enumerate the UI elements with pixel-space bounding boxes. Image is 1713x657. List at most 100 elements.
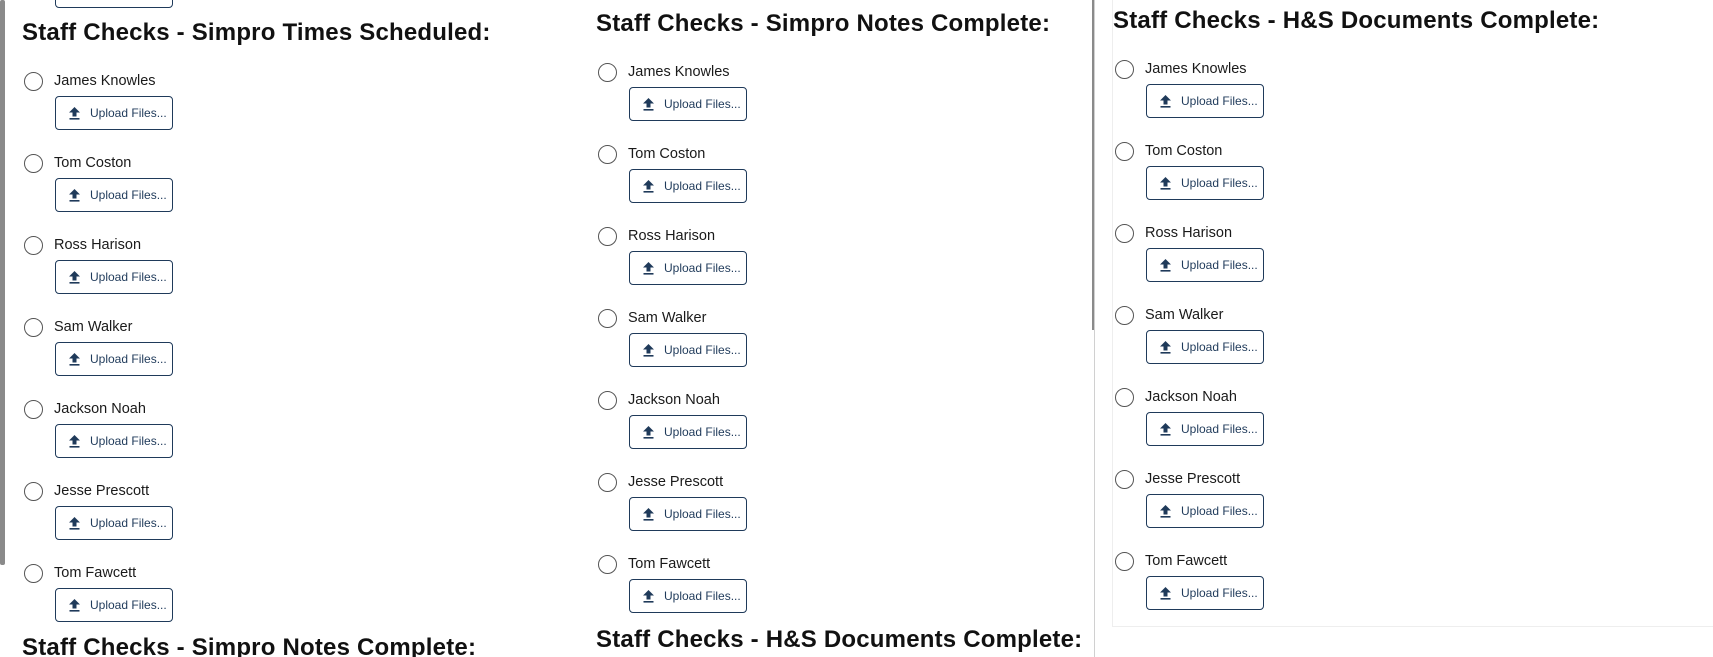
- upload-files-button[interactable]: Upload Files...: [629, 251, 747, 285]
- upload-arrow-icon: [643, 98, 654, 111]
- panel-simpro-notes: Staff Checks - Simpro Notes Complete: St…: [592, 0, 1092, 657]
- upload-arrow-icon: [69, 599, 80, 612]
- upload-files-label: Upload Files...: [90, 352, 167, 366]
- staff-radio[interactable]: [24, 154, 43, 173]
- staff-radio[interactable]: [24, 318, 43, 337]
- upload-files-button[interactable]: Upload Files...: [1146, 166, 1264, 200]
- next-section-title: Staff Checks - Simpro Notes Complete:: [22, 634, 477, 657]
- staff-radio[interactable]: [1115, 552, 1134, 571]
- staff-name: Jackson Noah: [1145, 389, 1237, 405]
- upload-files-button[interactable]: Upload Files...: [629, 415, 747, 449]
- upload-files-button[interactable]: Upload Files...: [55, 178, 173, 212]
- upload-button-partial[interactable]: [55, 0, 173, 8]
- upload-files-button[interactable]: Upload Files...: [1146, 494, 1264, 528]
- upload-arrow-icon: [1160, 177, 1171, 190]
- staff-radio[interactable]: [24, 482, 43, 501]
- staff-radio[interactable]: [1115, 470, 1134, 489]
- upload-files-label: Upload Files...: [90, 106, 167, 120]
- staff-name: Ross Harison: [54, 237, 142, 253]
- upload-files-button[interactable]: Upload Files...: [1146, 330, 1264, 364]
- staff-name: Ross Harison: [628, 228, 716, 244]
- staff-name: Tom Coston: [628, 146, 706, 162]
- upload-files-label: Upload Files...: [90, 434, 167, 448]
- upload-files-button[interactable]: Upload Files...: [1146, 576, 1264, 610]
- upload-arrow-icon: [69, 271, 80, 284]
- upload-arrow-icon: [643, 344, 654, 357]
- upload-files-label: Upload Files...: [664, 589, 741, 603]
- staff-radio[interactable]: [1115, 60, 1134, 79]
- staff-radio[interactable]: [1115, 142, 1134, 161]
- staff-radio[interactable]: [24, 400, 43, 419]
- staff-radio[interactable]: [598, 63, 617, 82]
- panel-divider: [1094, 0, 1095, 657]
- upload-files-label: Upload Files...: [90, 188, 167, 202]
- staff-radio[interactable]: [24, 236, 43, 255]
- staff-radio[interactable]: [598, 473, 617, 492]
- upload-files-button[interactable]: Upload Files...: [629, 333, 747, 367]
- upload-files-label: Upload Files...: [1181, 504, 1258, 518]
- staff-name: Sam Walker: [1145, 307, 1224, 323]
- staff-name: Sam Walker: [54, 319, 133, 335]
- staff-name: Tom Fawcett: [54, 565, 137, 581]
- upload-files-button[interactable]: Upload Files...: [1146, 248, 1264, 282]
- upload-files-label: Upload Files...: [664, 179, 741, 193]
- upload-files-button[interactable]: Upload Files...: [55, 342, 173, 376]
- upload-files-label: Upload Files...: [90, 598, 167, 612]
- next-section-title: Staff Checks - H&S Documents Complete:: [596, 626, 1083, 653]
- staff-name: Ross Harison: [1145, 225, 1233, 241]
- upload-files-button[interactable]: Upload Files...: [55, 588, 173, 622]
- upload-arrow-icon: [1160, 341, 1171, 354]
- upload-files-label: Upload Files...: [1181, 258, 1258, 272]
- staff-name: Jesse Prescott: [628, 474, 724, 490]
- upload-files-button[interactable]: Upload Files...: [629, 497, 747, 531]
- upload-files-label: Upload Files...: [90, 270, 167, 284]
- staff-radio[interactable]: [598, 145, 617, 164]
- staff-radio[interactable]: [24, 564, 43, 583]
- staff-name: James Knowles: [54, 73, 156, 89]
- upload-arrow-icon: [1160, 95, 1171, 108]
- staff-radio[interactable]: [1115, 224, 1134, 243]
- staff-radio[interactable]: [1115, 306, 1134, 325]
- panel-hs-documents: Staff Checks - H&S Documents Complete: J…: [1112, 0, 1713, 627]
- upload-files-button[interactable]: Upload Files...: [629, 169, 747, 203]
- upload-arrow-icon: [69, 189, 80, 202]
- upload-arrow-icon: [643, 590, 654, 603]
- upload-files-button[interactable]: Upload Files...: [55, 424, 173, 458]
- staff-name: Tom Fawcett: [628, 556, 711, 572]
- upload-files-label: Upload Files...: [664, 507, 741, 521]
- staff-name: Jesse Prescott: [54, 483, 150, 499]
- upload-arrow-icon: [1160, 587, 1171, 600]
- upload-files-button[interactable]: Upload Files...: [55, 96, 173, 130]
- upload-files-button[interactable]: Upload Files...: [1146, 84, 1264, 118]
- upload-files-button[interactable]: Upload Files...: [629, 579, 747, 613]
- panel-simpro-times: Staff Checks - Simpro Times Scheduled: S…: [0, 0, 580, 657]
- upload-arrow-icon: [1160, 259, 1171, 272]
- upload-files-button[interactable]: Upload Files...: [55, 260, 173, 294]
- staff-radio[interactable]: [24, 72, 43, 91]
- section-title: Staff Checks - H&S Documents Complete:: [1113, 7, 1600, 34]
- upload-arrow-icon: [69, 435, 80, 448]
- staff-name: Tom Fawcett: [1145, 553, 1228, 569]
- upload-files-label: Upload Files...: [664, 261, 741, 275]
- upload-files-button[interactable]: Upload Files...: [55, 506, 173, 540]
- middle-scrollbar[interactable]: [1092, 0, 1094, 330]
- upload-arrow-icon: [643, 262, 654, 275]
- staff-name: Jackson Noah: [628, 392, 720, 408]
- upload-files-button[interactable]: Upload Files...: [1146, 412, 1264, 446]
- staff-radio[interactable]: [598, 391, 617, 410]
- upload-arrow-icon: [69, 107, 80, 120]
- staff-radio[interactable]: [598, 227, 617, 246]
- upload-files-button[interactable]: Upload Files...: [629, 87, 747, 121]
- upload-arrow-icon: [69, 353, 80, 366]
- upload-files-label: Upload Files...: [90, 516, 167, 530]
- upload-arrow-icon: [643, 426, 654, 439]
- staff-radio[interactable]: [598, 555, 617, 574]
- staff-radio[interactable]: [598, 309, 617, 328]
- section-title: Staff Checks - Simpro Times Scheduled:: [22, 19, 491, 46]
- upload-arrow-icon: [1160, 423, 1171, 436]
- upload-files-label: Upload Files...: [1181, 422, 1258, 436]
- staff-radio[interactable]: [1115, 388, 1134, 407]
- upload-files-label: Upload Files...: [664, 343, 741, 357]
- staff-name: Jesse Prescott: [1145, 471, 1241, 487]
- staff-name: Tom Coston: [1145, 143, 1223, 159]
